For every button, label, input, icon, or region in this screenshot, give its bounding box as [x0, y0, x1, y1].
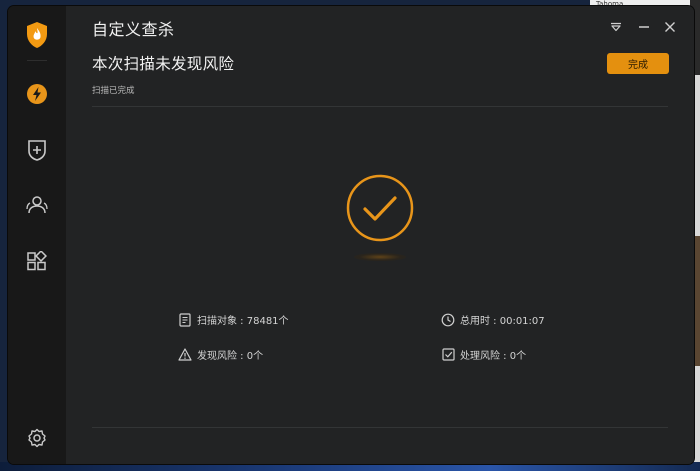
- top-divider: [92, 106, 668, 107]
- checkbox-icon: [441, 348, 455, 362]
- document-icon: [178, 312, 192, 327]
- sidebar: [8, 6, 66, 464]
- close-icon[interactable]: [661, 18, 679, 36]
- scan-objects-text: 扫描对象 : 78481个: [197, 316, 289, 327]
- sidebar-separator: [27, 60, 47, 61]
- total-time-text: 总用时 : 00:01:07: [460, 316, 545, 327]
- risks-found-text: 发现风险 : 0个: [197, 351, 264, 362]
- stat-total-time: 总用时 : 00:01:07: [441, 312, 545, 327]
- check-shadow: [354, 253, 406, 261]
- risks-handled-text: 处理风险 : 0个: [460, 351, 527, 362]
- scan-result-headline: 本次扫描未发现风险: [92, 55, 235, 73]
- stat-scan-objects: 扫描对象 : 78481个: [178, 312, 289, 327]
- stat-risks-found: 发现风险 : 0个: [178, 347, 263, 362]
- scan-result-window: 自定义查杀 本次扫描未发现风险 扫描已完成 完成 扫描对象: 78481个 总…: [8, 6, 694, 464]
- minimize-icon[interactable]: [635, 18, 653, 36]
- gear-icon[interactable]: [25, 426, 49, 450]
- stat-risks-handled: 处理风险 : 0个: [441, 347, 526, 362]
- success-check-icon: [346, 174, 414, 242]
- scan-status-text: 扫描已完成: [92, 86, 135, 96]
- dropdown-menu-icon[interactable]: [607, 18, 625, 36]
- apps-grid-icon[interactable]: [25, 249, 49, 273]
- lightning-icon[interactable]: [25, 82, 49, 106]
- done-button[interactable]: 完成: [607, 53, 669, 74]
- shield-plus-icon[interactable]: [25, 138, 49, 162]
- bottom-divider: [92, 427, 668, 428]
- window-title: 自定义查杀: [92, 20, 175, 39]
- users-icon[interactable]: [25, 193, 49, 217]
- warning-icon: [178, 348, 192, 362]
- clock-icon: [441, 313, 455, 327]
- main-content: 自定义查杀 本次扫描未发现风险 扫描已完成 完成 扫描对象: 78481个 总…: [66, 6, 694, 464]
- logo-shield-icon: [23, 20, 51, 50]
